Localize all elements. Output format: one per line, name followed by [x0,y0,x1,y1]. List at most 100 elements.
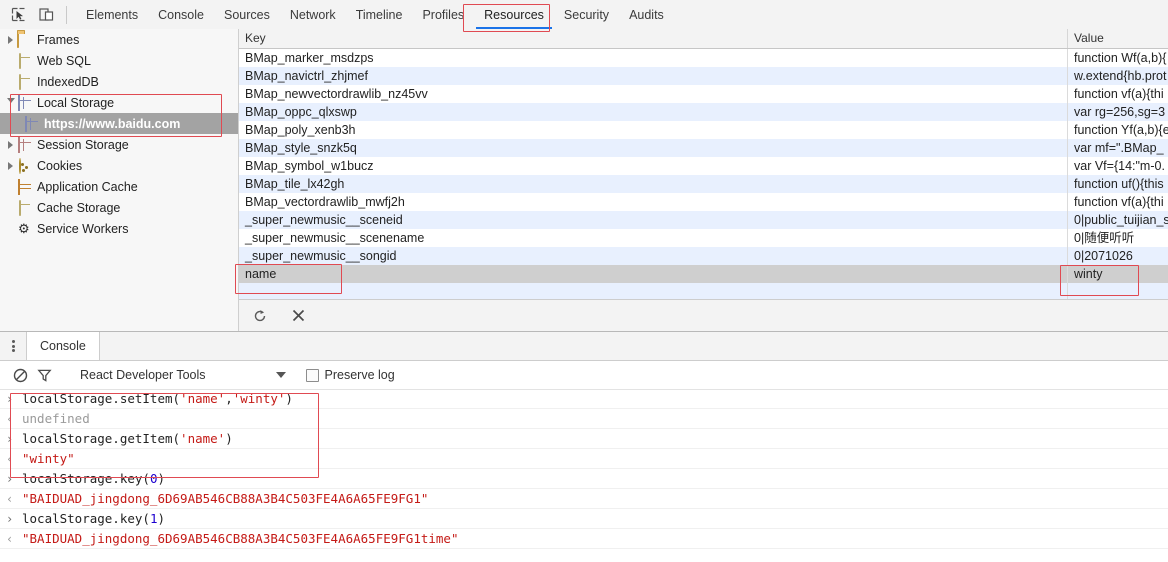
table-row[interactable]: _super_newmusic__sceneid0|public_tuijian… [239,211,1168,229]
cell-value[interactable]: w.extend{hb.prot [1068,67,1168,85]
console-line-text: undefined [22,409,90,429]
cell-key[interactable]: BMap_vectordrawlib_mwfj2h [239,193,1068,211]
console-line-text: localStorage.key(0) [22,469,165,489]
tab-timeline[interactable]: Timeline [346,0,413,29]
cell-key[interactable]: BMap_marker_msdzps [239,49,1068,67]
table-row[interactable]: BMap_symbol_w1buczvar Vf={14:"m-0. [239,157,1168,175]
table-row[interactable]: BMap_tile_lx42ghfunction uf(){this [239,175,1168,193]
tab-network-label: Network [290,8,336,22]
table-row[interactable]: BMap_vectordrawlib_mwfj2hfunction vf(a){… [239,193,1168,211]
tab-console[interactable]: Console [148,0,214,29]
resources-sidebar-tree[interactable]: Frames Web SQL IndexedDB Local Storage [0,29,239,331]
cell-key[interactable]: _super_newmusic__songid [239,247,1068,265]
sidebar-item-service-workers[interactable]: ⚙ Service Workers [0,218,238,239]
cell-value[interactable]: 0|随便听听 [1068,229,1168,247]
token-plain: ) [225,431,233,446]
console-context-selector[interactable]: React Developer Tools [80,368,286,382]
cell-value[interactable]: function Yf(a,b){e [1068,121,1168,139]
cell-key[interactable]: _super_newmusic__scenename [239,229,1068,247]
table-row[interactable]: BMap_poly_xenb3hfunction Yf(a,b){e [239,121,1168,139]
console-line-text: localStorage.getItem('name') [22,429,233,449]
table-row[interactable]: _super_newmusic__scenename0|随便听听 [239,229,1168,247]
preserve-log-toggle[interactable]: Preserve log [306,368,395,382]
table-row[interactable]: BMap_navictrl_zhjmefw.extend{hb.prot [239,67,1168,85]
column-header-key[interactable]: Key [239,29,1068,48]
cell-value[interactable]: function vf(a){thi [1068,85,1168,103]
table-row[interactable]: BMap_style_snzk5qvar mf=".BMap_ [239,139,1168,157]
tab-network[interactable]: Network [280,0,346,29]
sidebar-item-frames[interactable]: Frames [0,29,238,50]
cell-key[interactable]: BMap_symbol_w1bucz [239,157,1068,175]
cell-value[interactable]: var rg=256,sg=3 [1068,103,1168,121]
cell-key[interactable]: BMap_poly_xenb3h [239,121,1068,139]
console-output-line[interactable]: ‹"winty" [0,449,1168,469]
chevron-right-icon[interactable] [4,159,17,172]
cell-value[interactable]: 0|public_tuijian_s [1068,211,1168,229]
tab-profiles[interactable]: Profiles [412,0,474,29]
console-line-text: localStorage.setItem('name','winty') [22,389,293,409]
cell-value[interactable]: 0|2071026 [1068,247,1168,265]
chevron-down-icon[interactable] [276,372,286,378]
table-row[interactable]: BMap_newvectordrawlib_nz45vvfunction vf(… [239,85,1168,103]
token-plain: ) [157,511,165,526]
inspect-element-icon[interactable] [8,5,28,25]
console-input-line[interactable]: ›localStorage.setItem('name','winty') [0,389,1168,409]
preserve-log-label: Preserve log [325,368,395,382]
console-message-list[interactable]: ›localStorage.setItem('name','winty')‹un… [0,389,1168,562]
sidebar-item-session-storage[interactable]: Session Storage [0,134,238,155]
table-row[interactable]: BMap_marker_msdzpsfunction Wf(a,b){ [239,49,1168,67]
cell-key[interactable]: _super_newmusic__sceneid [239,211,1068,229]
cell-key[interactable]: BMap_navictrl_zhjmef [239,67,1068,85]
console-output-line[interactable]: ‹"BAIDUAD_jingdong_6D69AB546CB88A3B4C503… [0,489,1168,509]
clear-icon[interactable] [289,307,307,325]
sidebar-item-cache-storage[interactable]: Cache Storage [0,197,238,218]
sidebar-item-application-cache[interactable]: Application Cache [0,176,238,197]
cell-key[interactable]: BMap_style_snzk5q [239,139,1068,157]
chevron-right-icon[interactable] [4,33,17,46]
more-tools-icon[interactable] [0,332,26,360]
sidebar-item-web-sql[interactable]: Web SQL [0,50,238,71]
tab-elements[interactable]: Elements [76,0,148,29]
sidebar-item-cookies[interactable]: Cookies [0,155,238,176]
device-toolbar-icon[interactable] [36,5,56,25]
token-str: "BAIDUAD_jingdong_6D69AB546CB88A3B4C503F… [22,491,428,506]
console-input-line[interactable]: ›localStorage.key(1) [0,509,1168,529]
tab-audits[interactable]: Audits [619,0,674,29]
cell-key[interactable]: BMap_newvectordrawlib_nz45vv [239,85,1068,103]
cell-value[interactable]: function Wf(a,b){ [1068,49,1168,67]
cell-value[interactable]: function vf(a){thi [1068,193,1168,211]
cell-value[interactable]: var mf=".BMap_ [1068,139,1168,157]
sidebar-item-indexeddb-label: IndexedDB [37,75,99,89]
sidebar-item-indexeddb[interactable]: IndexedDB [0,71,238,92]
console-output-line[interactable]: ‹"BAIDUAD_jingdong_6D69AB546CB88A3B4C503… [0,529,1168,549]
result-arrow-icon: ‹ [6,529,22,549]
cell-value[interactable]: function uf(){this [1068,175,1168,193]
sidebar-item-baidu-origin[interactable]: https://www.baidu.com [0,113,238,134]
cell-key[interactable]: name [239,265,1068,283]
tab-resources[interactable]: Resources [474,0,554,29]
console-input-line[interactable]: ›localStorage.getItem('name') [0,429,1168,449]
tab-security-label: Security [564,8,609,22]
table-row[interactable]: namewinty [239,265,1168,283]
cell-value[interactable]: winty [1068,265,1168,283]
table-row[interactable]: _super_newmusic__songid0|2071026 [239,247,1168,265]
tab-sources[interactable]: Sources [214,0,280,29]
sidebar-item-cache-storage-label: Cache Storage [37,201,120,215]
console-output-line[interactable]: ‹undefined [0,409,1168,429]
preserve-log-checkbox[interactable] [306,369,319,382]
token-plain: localStorage.setItem( [22,391,180,406]
tab-security[interactable]: Security [554,0,619,29]
console-input-line[interactable]: ›localStorage.key(0) [0,469,1168,489]
no-entry-icon[interactable] [8,363,32,387]
funnel-icon[interactable] [32,363,56,387]
chevron-down-icon[interactable] [4,96,17,109]
drawer-tab-console[interactable]: Console [26,332,100,360]
cell-value[interactable]: var Vf={14:"m-0. [1068,157,1168,175]
cell-key[interactable]: BMap_tile_lx42gh [239,175,1068,193]
table-row[interactable]: BMap_oppc_qlxswpvar rg=256,sg=3 [239,103,1168,121]
refresh-icon[interactable] [251,307,269,325]
cell-key[interactable]: BMap_oppc_qlxswp [239,103,1068,121]
sidebar-item-local-storage[interactable]: Local Storage [0,92,238,113]
chevron-right-icon[interactable] [4,138,17,151]
column-header-value[interactable]: Value [1068,29,1168,48]
